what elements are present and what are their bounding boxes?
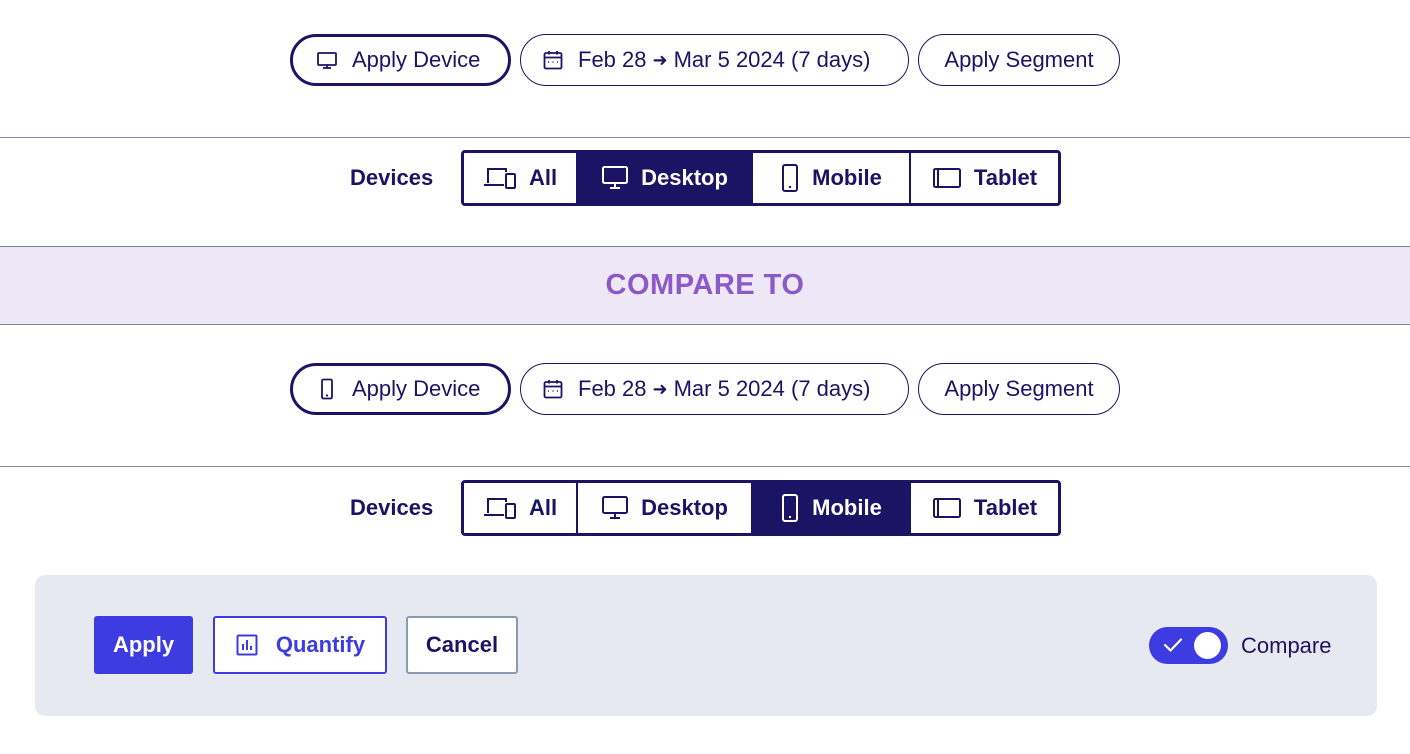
comparison-filter-row: Apply Device Feb 28 ➜ Mar 5 2024 (7 days… <box>0 363 1410 415</box>
desktop-icon <box>601 495 629 521</box>
quantify-button[interactable]: Quantify <box>213 616 387 674</box>
devices-icon <box>483 165 517 191</box>
primary-devices-row: Devices All Desktop Mobile Tablet <box>0 150 1410 206</box>
cancel-button[interactable]: Cancel <box>406 616 518 674</box>
device-option-desktop[interactable]: Desktop <box>578 153 753 203</box>
device-option-label: All <box>528 165 558 190</box>
devices-label: Devices <box>350 495 434 520</box>
primary-filter-row: Apply Device Feb 28 ➜ Mar 5 2024 (7 days… <box>0 34 1410 86</box>
divider <box>0 466 1410 467</box>
devices-label: Devices <box>350 165 434 190</box>
device-option-label: Tablet <box>973 495 1038 520</box>
apply-segment-button[interactable]: Apply Segment <box>918 363 1120 415</box>
device-option-desktop[interactable]: Desktop <box>578 483 753 533</box>
device-option-mobile[interactable]: Mobile <box>753 483 911 533</box>
device-option-tablet[interactable]: Tablet <box>911 153 1058 203</box>
device-segmented-control: All Desktop Mobile Tablet <box>461 480 1061 536</box>
device-option-label: Mobile <box>812 165 882 190</box>
date-range-start: Feb 28 <box>578 376 647 401</box>
quantify-label: Quantify <box>275 632 366 657</box>
calendar-icon <box>541 377 565 401</box>
tablet-icon <box>932 166 962 190</box>
apply-device-label: Apply Device <box>352 376 481 401</box>
apply-segment-label: Apply Segment <box>944 376 1094 401</box>
date-range-arrow-icon: ➜ <box>652 49 668 70</box>
date-range-end: Mar 5 2024 (7 days) <box>673 47 871 72</box>
tablet-icon <box>932 496 962 520</box>
comparison-devices-row: Devices All Desktop Mobile Tablet <box>0 480 1410 536</box>
compare-toggle-label: Compare <box>1241 632 1332 658</box>
devices-icon <box>483 495 517 521</box>
device-option-all[interactable]: All <box>464 153 578 203</box>
compare-toggle[interactable] <box>1149 627 1228 664</box>
device-option-label: Tablet <box>973 165 1038 190</box>
action-footer: Apply Quantify Cancel Compare <box>35 575 1377 716</box>
checkmark-icon <box>1163 636 1183 659</box>
date-range-button[interactable]: Feb 28 ➜ Mar 5 2024 (7 days) <box>520 363 909 415</box>
device-segmented-control: All Desktop Mobile Tablet <box>461 150 1061 206</box>
mobile-icon <box>315 377 339 401</box>
mobile-icon <box>780 493 800 523</box>
device-option-label: All <box>528 495 558 520</box>
date-range-start: Feb 28 <box>578 47 647 72</box>
desktop-icon <box>315 48 339 72</box>
calendar-icon <box>541 48 565 72</box>
divider <box>0 137 1410 138</box>
compare-to-banner: COMPARE TO <box>0 246 1410 325</box>
mobile-icon <box>780 163 800 193</box>
device-option-label: Desktop <box>641 165 728 190</box>
device-option-label: Mobile <box>812 495 882 520</box>
apply-segment-label: Apply Segment <box>944 47 1094 72</box>
toggle-knob <box>1194 632 1221 659</box>
bar-chart-icon <box>235 633 259 657</box>
desktop-icon <box>601 165 629 191</box>
apply-segment-button[interactable]: Apply Segment <box>918 34 1120 86</box>
device-option-all[interactable]: All <box>464 483 578 533</box>
device-option-label: Desktop <box>641 495 728 520</box>
date-range-button[interactable]: Feb 28 ➜ Mar 5 2024 (7 days) <box>520 34 909 86</box>
device-option-mobile[interactable]: Mobile <box>753 153 911 203</box>
apply-button[interactable]: Apply <box>94 616 193 674</box>
date-range-arrow-icon: ➜ <box>652 378 668 399</box>
apply-device-button[interactable]: Apply Device <box>290 34 511 86</box>
apply-device-label: Apply Device <box>352 47 481 72</box>
device-option-tablet[interactable]: Tablet <box>911 483 1058 533</box>
apply-device-button[interactable]: Apply Device <box>290 363 511 415</box>
date-range-end: Mar 5 2024 (7 days) <box>673 376 871 401</box>
